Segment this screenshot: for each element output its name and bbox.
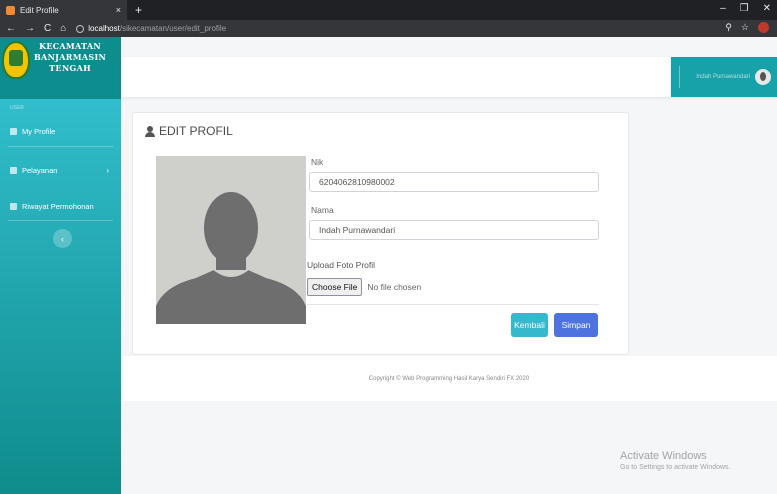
nama-field[interactable]: Indah Purnawandari [309,220,599,240]
kecamatan-logo-icon [2,41,30,79]
user-name: Indah Purnawandari [696,74,750,80]
sidebar-toggle-button[interactable]: ‹ [53,229,72,248]
simpan-button[interactable]: Simpan [554,313,598,337]
sidebar-item-label: Pelayanan [22,165,58,175]
sidebar-item-label: My Profile [22,126,56,136]
nik-label: Nik [311,157,324,167]
user-dropdown[interactable]: Indah Purnawandari [671,57,777,97]
tab-close-icon[interactable]: × [116,5,121,15]
nik-field[interactable]: 6204062810980002 [309,172,599,192]
card-title: EDIT PROFIL [145,124,233,138]
new-tab-button[interactable]: + [135,3,142,17]
avatar-placeholder-icon [156,156,306,324]
browser-nav: ← → C ⌂ [6,23,66,34]
watermark-title: Activate Windows [620,450,707,462]
edit-profile-card: EDIT PROFIL Nik 6204062810980002 Nama In… [132,112,629,355]
bookmark-star-icon[interactable]: ☆ [741,22,749,33]
browser-tab[interactable]: Edit Profile × [0,0,127,20]
upload-photo-label: Upload Foto Profil [307,260,376,270]
window-controls: – ❐ ✕ [720,3,771,14]
profile-photo [156,156,306,324]
info-icon[interactable] [76,24,85,33]
url-host: localhost [88,24,120,33]
kembali-button[interactable]: Kembali [511,313,548,337]
sidebar-item-label: Riwayat Permohonan [22,201,94,211]
nama-label: Nama [311,205,334,215]
copyright-text: Copyright © Web Programming Hasil Karya … [368,375,530,382]
brand-line-3: TENGAH [49,63,91,73]
maximize-icon[interactable]: ❐ [740,3,749,14]
favicon-icon [6,5,15,15]
user-icon [145,125,155,137]
sidebar-divider [8,146,113,147]
chevron-right-icon: › [106,165,109,175]
close-window-icon[interactable]: ✕ [763,3,771,14]
sidebar-item-pelayanan[interactable]: Pelayanan › [0,158,121,182]
brand-line-1: KECAMATAN [39,41,102,51]
page-title: EDIT PROFIL [159,124,233,138]
forward-icon[interactable]: → [25,23,35,34]
watermark-subtitle: Go to Settings to activate Windows. [620,464,731,471]
home-icon[interactable]: ⌂ [60,23,66,34]
reload-icon[interactable]: C [44,23,51,34]
url-path: /sikecamatan/user/edit_profile [119,24,227,33]
sidebar-item-riwayat-permohonan[interactable]: Riwayat Permohonan [0,194,121,218]
list-icon [10,166,17,174]
file-status-text: No file chosen [367,282,422,292]
brand-line-2: BANJARMASIN [34,52,107,62]
user-avatar [755,69,771,85]
browser-profile-avatar[interactable] [758,22,769,33]
user-icon [10,127,17,135]
file-input: Choose File No file chosen [307,278,421,296]
minimize-icon[interactable]: – [720,3,726,14]
choose-file-button[interactable]: Choose File [307,278,363,296]
activate-windows-watermark: Activate Windows Go to Settings to activ… [620,450,731,471]
address-bar-actions: ⚲ ☆ [725,22,769,33]
sidebar-brand[interactable]: KECAMATAN BANJARMASIN TENGAH [0,37,121,99]
sidebar-heading: USER [10,105,24,111]
brand-title: KECAMATAN BANJARMASIN TENGAH [34,41,106,74]
topbar: Indah Purnawandari [121,57,777,97]
footer: Copyright © Web Programming Hasil Karya … [121,356,777,401]
browser-tab-bar: Edit Profile × + – ❐ ✕ [0,0,777,20]
zoom-icon[interactable]: ⚲ [725,22,732,33]
topbar-divider [679,66,680,88]
form-divider [307,304,599,305]
address-bar: ← → C ⌂ localhost/sikecamatan/user/edit_… [0,20,777,37]
sidebar-item-my-profile[interactable]: My Profile [0,119,121,143]
back-icon[interactable]: ← [6,23,16,34]
tab-title: Edit Profile [20,5,59,15]
history-icon [10,202,17,210]
sidebar-divider [8,220,113,221]
url-field[interactable]: localhost/sikecamatan/user/edit_profile [76,24,226,33]
